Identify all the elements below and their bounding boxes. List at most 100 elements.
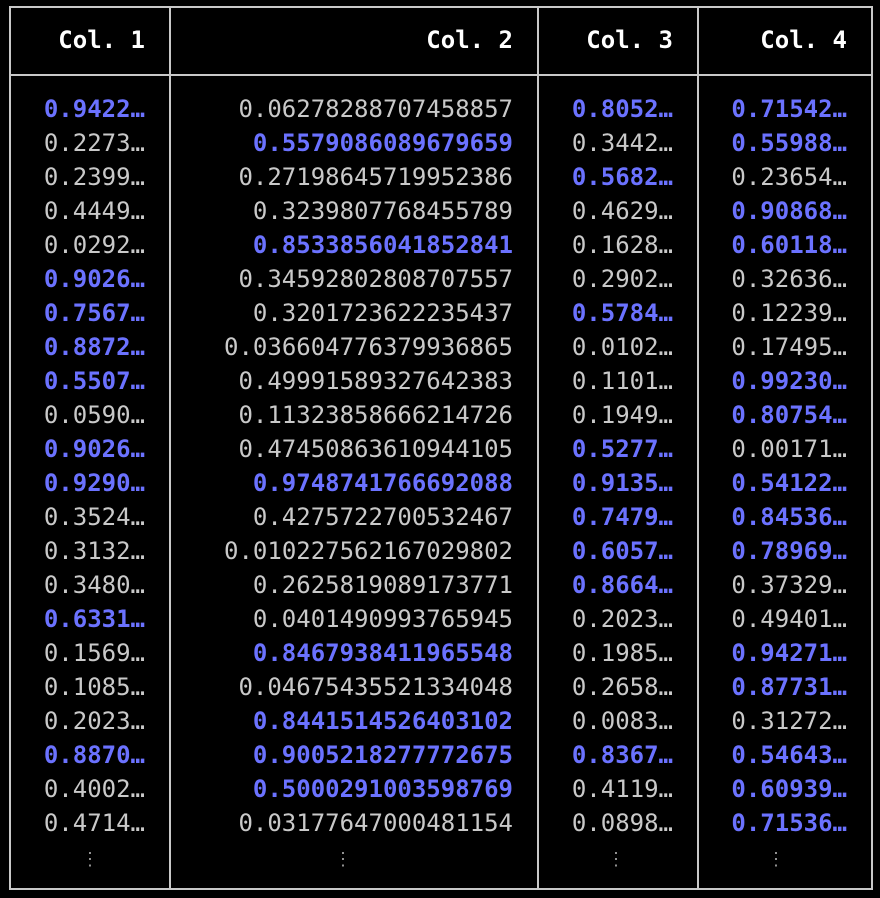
table-cell[interactable]: 0.5277… — [572, 432, 673, 466]
table-cell[interactable]: 0.78969… — [731, 534, 847, 568]
table-cell[interactable]: 0.0292… — [44, 228, 145, 262]
table-cell[interactable]: 0.1949… — [572, 398, 673, 432]
table-cell[interactable]: 0.54122… — [731, 466, 847, 500]
data-table: Col. 1 0.9422… 0.2273… 0.2399… 0.4449… 0.029… — [9, 6, 873, 890]
table-cell[interactable]: 0.7479… — [572, 500, 673, 534]
table-cell[interactable]: 0.71542… — [731, 92, 847, 126]
table-cell[interactable]: 0.036604776379936865 — [224, 330, 513, 364]
table-cell[interactable]: 0.1085… — [44, 670, 145, 704]
table-cell[interactable]: 0.5579086089679659 — [224, 126, 513, 160]
table-cell[interactable]: 0.2625819089173771 — [224, 568, 513, 602]
table-cell[interactable]: 0.2273… — [44, 126, 145, 160]
table-cell[interactable]: 0.17495… — [731, 330, 847, 364]
more-rows-ellipsis: ⋮ — [334, 849, 352, 870]
table-cell[interactable]: 0.0401490993765945 — [224, 602, 513, 636]
table-cell[interactable]: 0.90868… — [731, 194, 847, 228]
table-cell[interactable]: 0.27198645719952386 — [224, 160, 513, 194]
table-cell[interactable]: 0.0590… — [44, 398, 145, 432]
table-cell[interactable]: 0.1101… — [572, 364, 673, 398]
table-cell[interactable]: 0.2902… — [572, 262, 673, 296]
table-cell[interactable]: 0.8441514526403102 — [224, 704, 513, 738]
table-cell[interactable]: 0.04675435521334048 — [224, 670, 513, 704]
table-cell[interactable]: 0.8664… — [572, 568, 673, 602]
table-cell[interactable]: 0.0898… — [572, 806, 673, 840]
table-cell[interactable]: 0.3239807768455789 — [224, 194, 513, 228]
table-cell[interactable]: 0.47450863610944105 — [224, 432, 513, 466]
table-cell[interactable]: 0.00171… — [731, 432, 847, 466]
column-header[interactable]: Col. 1 — [58, 22, 145, 58]
table-cell[interactable]: 0.8533856041852841 — [224, 228, 513, 262]
more-rows-ellipsis: ⋮ — [607, 849, 625, 870]
table-cell[interactable]: 0.60939… — [731, 772, 847, 806]
table-cell[interactable]: 0.06278288707458857 — [224, 92, 513, 126]
table-cell[interactable]: 0.84536… — [731, 500, 847, 534]
table-cell[interactable]: 0.7567… — [44, 296, 145, 330]
table-cell[interactable]: 0.80754… — [731, 398, 847, 432]
table-cell[interactable]: 0.1628… — [572, 228, 673, 262]
table-cell[interactable]: 0.8052… — [572, 92, 673, 126]
column-header[interactable]: Col. 3 — [586, 22, 673, 58]
table-cell[interactable]: 0.1985… — [572, 636, 673, 670]
table-cell[interactable]: 0.4119… — [572, 772, 673, 806]
column-2: Col. 2 0.06278288707458857 0.557908608967… — [171, 8, 537, 888]
column-cells: 0.9422… 0.2273… 0.2399… 0.4449… 0.0292… 0.902… — [44, 92, 145, 840]
column-cells: 0.71542… 0.55988… 0.23654… 0.90868… 0.60118…… — [731, 92, 847, 840]
table-cell[interactable]: 0.0083… — [572, 704, 673, 738]
table-cell[interactable]: 0.54643… — [731, 738, 847, 772]
table-cell[interactable]: 0.0102… — [572, 330, 673, 364]
table-cell[interactable]: 0.12239… — [731, 296, 847, 330]
table-cell[interactable]: 0.9422… — [44, 92, 145, 126]
table-cell[interactable]: 0.9290… — [44, 466, 145, 500]
table-cell[interactable]: 0.60118… — [731, 228, 847, 262]
table-cell[interactable]: 0.010227562167029802 — [224, 534, 513, 568]
table-cell[interactable]: 0.49401… — [731, 602, 847, 636]
table-cell[interactable]: 0.03177647000481154 — [224, 806, 513, 840]
table-cell[interactable]: 0.8467938411965548 — [224, 636, 513, 670]
table-cell[interactable]: 0.11323858666214726 — [224, 398, 513, 432]
table-cell[interactable]: 0.3442… — [572, 126, 673, 160]
table-cell[interactable]: 0.37329… — [731, 568, 847, 602]
table-cell[interactable]: 0.8870… — [44, 738, 145, 772]
table-cell[interactable]: 0.9005218277772675 — [224, 738, 513, 772]
table-cell[interactable]: 0.71536… — [731, 806, 847, 840]
table-cell[interactable]: 0.34592802808707557 — [224, 262, 513, 296]
table-cell[interactable]: 0.32636… — [731, 262, 847, 296]
table-cell[interactable]: 0.6331… — [44, 602, 145, 636]
table-cell[interactable]: 0.5682… — [572, 160, 673, 194]
table-cell[interactable]: 0.49991589327642383 — [224, 364, 513, 398]
column-header[interactable]: Col. 4 — [760, 22, 847, 58]
table-cell[interactable]: 0.8872… — [44, 330, 145, 364]
table-cell[interactable]: 0.31272… — [731, 704, 847, 738]
table-cell[interactable]: 0.4002… — [44, 772, 145, 806]
table-cell[interactable]: 0.5000291003598769 — [224, 772, 513, 806]
column-cells: 0.8052… 0.3442… 0.5682… 0.4629… 0.1628… 0.290… — [572, 92, 673, 840]
table-cell[interactable]: 0.3524… — [44, 500, 145, 534]
table-cell[interactable]: 0.9026… — [44, 262, 145, 296]
table-cell[interactable]: 0.2023… — [572, 602, 673, 636]
table-cell[interactable]: 0.2023… — [44, 704, 145, 738]
table-cell[interactable]: 0.8367… — [572, 738, 673, 772]
table-cell[interactable]: 0.9748741766692088 — [224, 466, 513, 500]
table-cell[interactable]: 0.4714… — [44, 806, 145, 840]
table-cell[interactable]: 0.3201723622235437 — [224, 296, 513, 330]
table-cell[interactable]: 0.3132… — [44, 534, 145, 568]
table-cell[interactable]: 0.55988… — [731, 126, 847, 160]
table-cell[interactable]: 0.9026… — [44, 432, 145, 466]
table-cell[interactable]: 0.23654… — [731, 160, 847, 194]
table-cell[interactable]: 0.1569… — [44, 636, 145, 670]
table-cell[interactable]: 0.99230… — [731, 364, 847, 398]
table-cell[interactable]: 0.94271… — [731, 636, 847, 670]
table-cell[interactable]: 0.5507… — [44, 364, 145, 398]
table-cell[interactable]: 0.3480… — [44, 568, 145, 602]
table-cell[interactable]: 0.4629… — [572, 194, 673, 228]
table-cell[interactable]: 0.2658… — [572, 670, 673, 704]
table-cell[interactable]: 0.4449… — [44, 194, 145, 228]
column-1: Col. 1 0.9422… 0.2273… 0.2399… 0.4449… 0.029… — [11, 8, 169, 888]
table-cell[interactable]: 0.9135… — [572, 466, 673, 500]
column-header[interactable]: Col. 2 — [426, 22, 513, 58]
table-cell[interactable]: 0.5784… — [572, 296, 673, 330]
table-cell[interactable]: 0.6057… — [572, 534, 673, 568]
table-cell[interactable]: 0.2399… — [44, 160, 145, 194]
table-cell[interactable]: 0.87731… — [731, 670, 847, 704]
table-cell[interactable]: 0.4275722700532467 — [224, 500, 513, 534]
